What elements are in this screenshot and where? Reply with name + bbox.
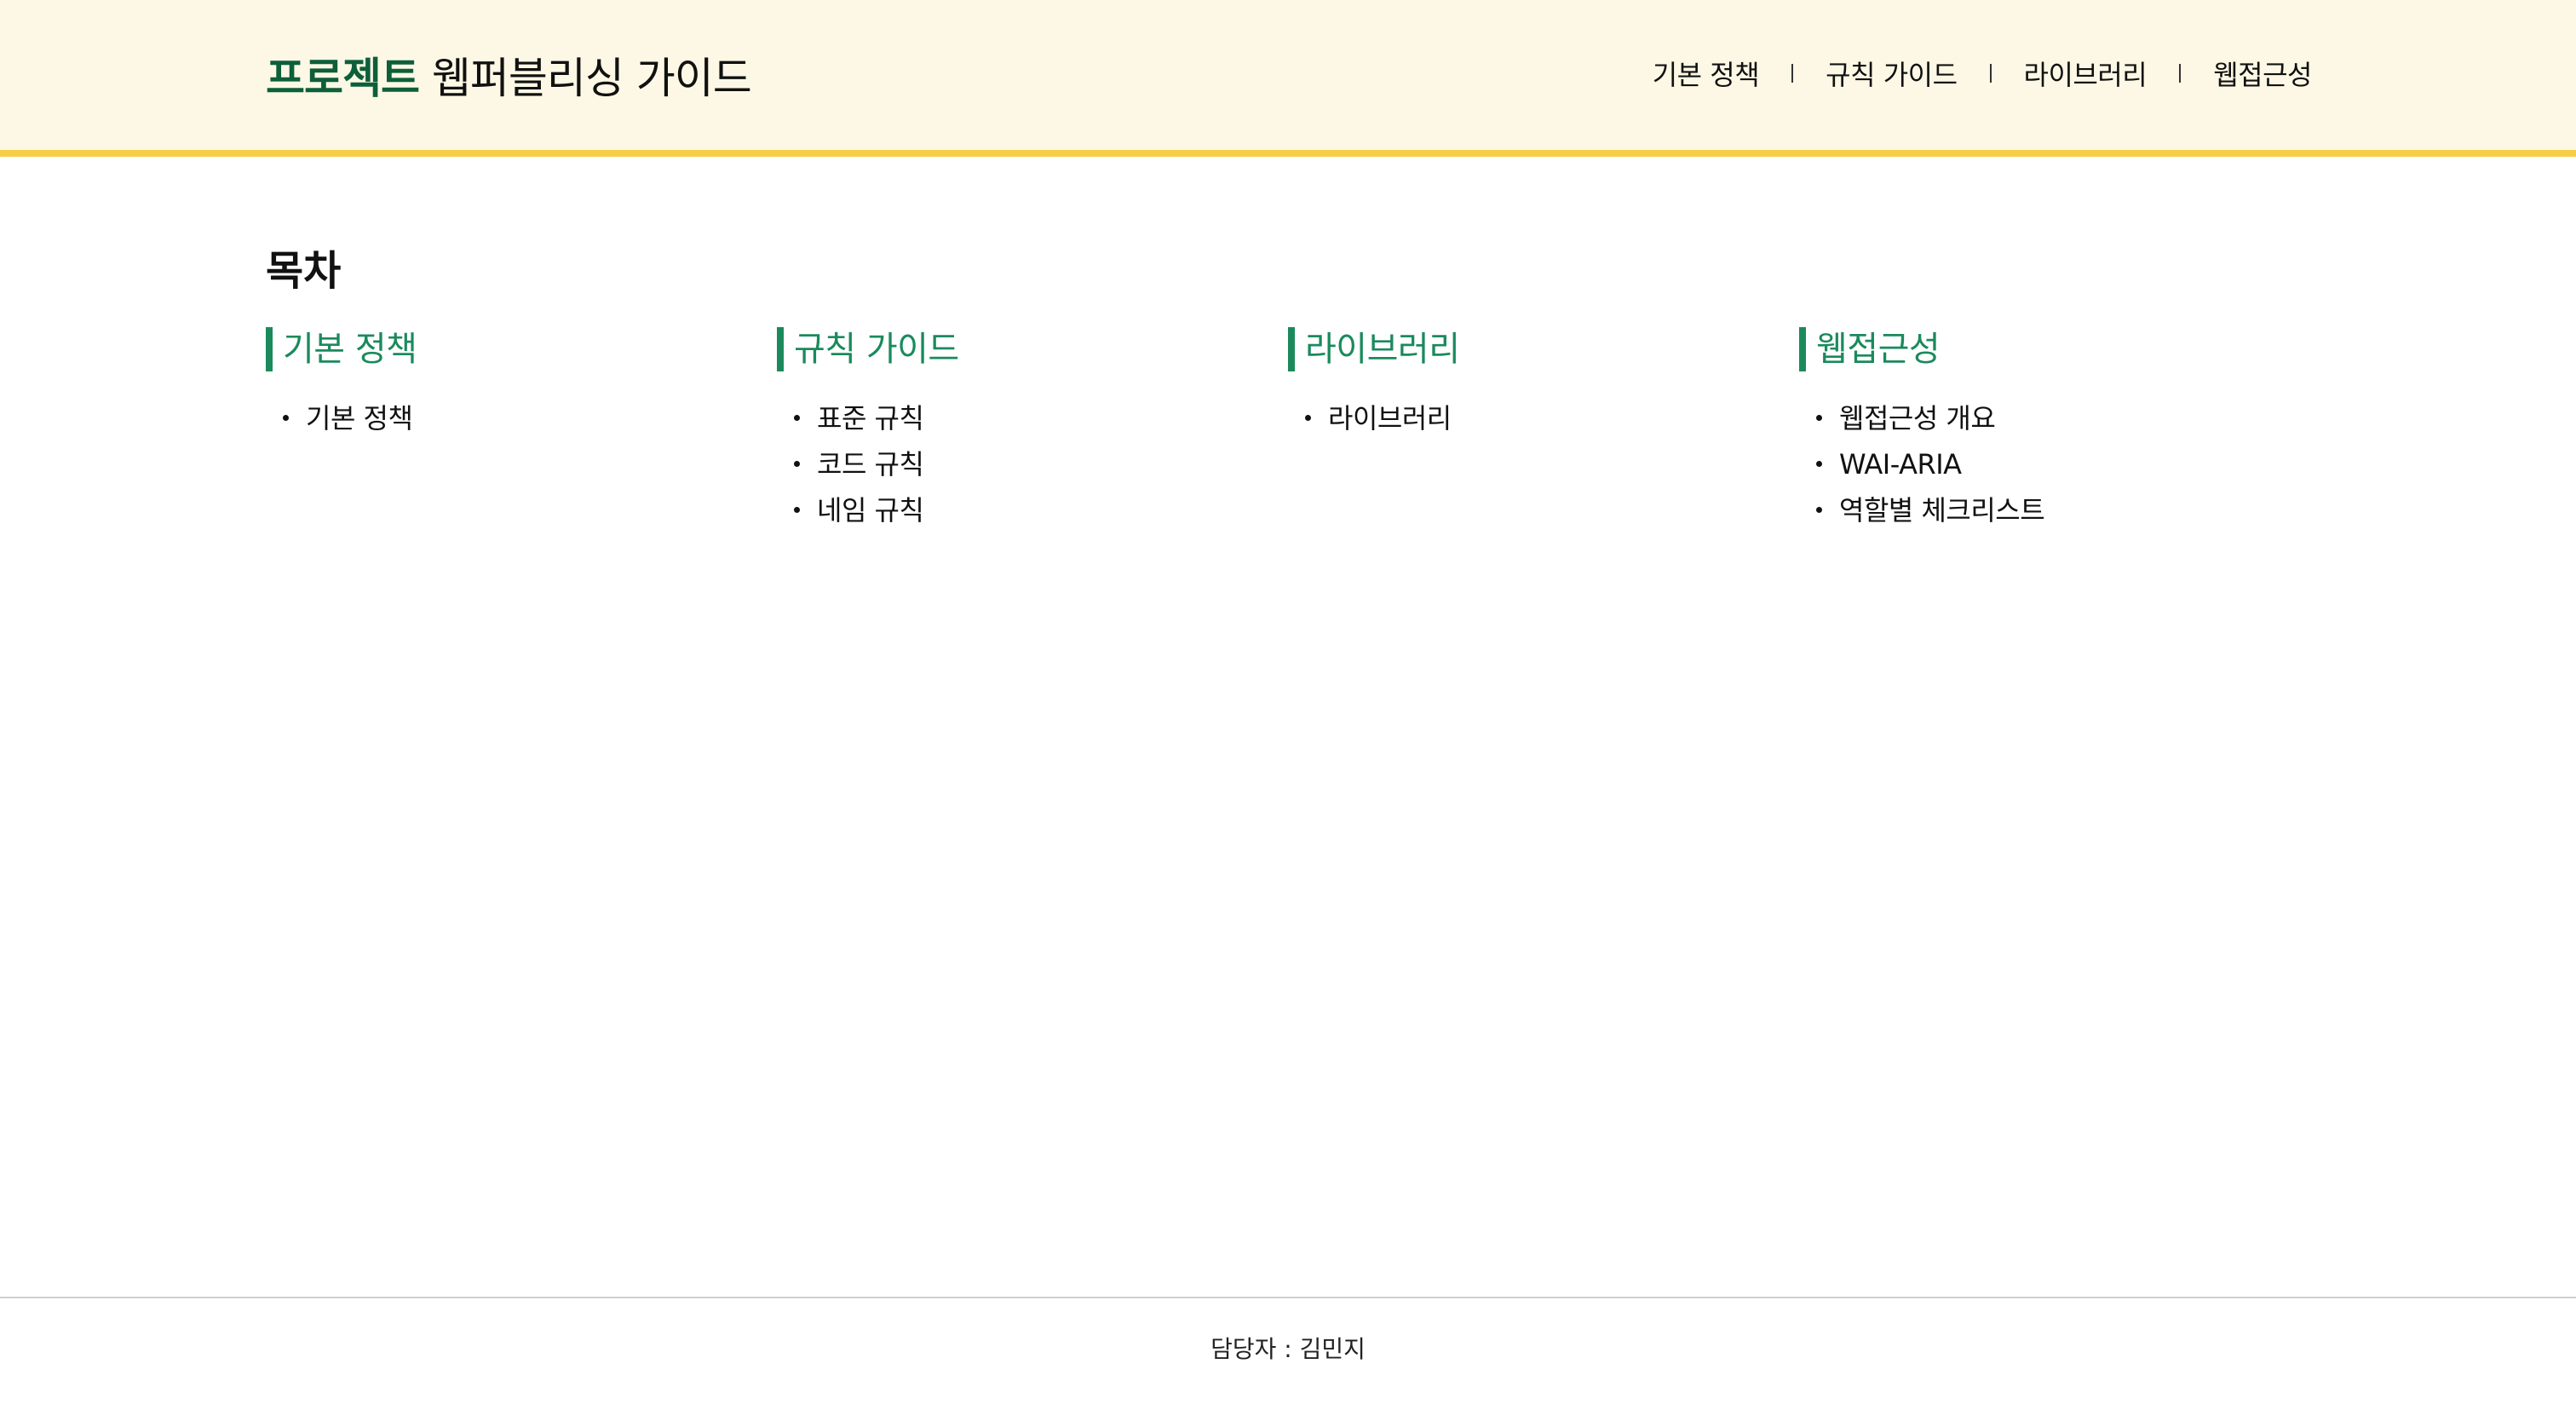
list-item: 기본 정책 — [283, 395, 777, 441]
toc-section-library: 라이브러리 라이브러리 — [1288, 327, 1799, 533]
list-item: 웹접근성 개요 — [1816, 395, 2310, 441]
bullet-icon — [1816, 506, 1822, 513]
nav-link-basic-policy[interactable]: 기본 정책 — [1653, 54, 1760, 93]
toc-heading-basic-policy[interactable]: 기본 정책 — [266, 327, 777, 371]
bullet-icon — [1816, 414, 1822, 421]
toc-section-rule-guide: 규칙 가이드 표준 규칙 코드 규칙 네임 규칙 — [777, 327, 1288, 533]
toc-title: 목차 — [266, 247, 342, 295]
bullet-icon — [794, 460, 800, 467]
toc-link[interactable]: 코드 규칙 — [817, 448, 924, 480]
nav-divider — [1989, 64, 1992, 83]
nav-divider — [2179, 64, 2182, 83]
list-item: 네임 규칙 — [794, 487, 1288, 533]
toc-link[interactable]: 표준 규칙 — [817, 402, 924, 434]
site-logo[interactable]: 프로젝트 웹퍼블리싱 가이드 — [266, 48, 752, 109]
toc-section-accessibility: 웹접근성 웹접근성 개요 WAI-ARIA 역할별 체크리스트 — [1799, 327, 2310, 533]
nav-link-library[interactable]: 라이브러리 — [2024, 54, 2148, 93]
top-nav: 기본 정책 규칙 가이드 라이브러리 웹접근성 — [1653, 51, 2313, 95]
toc-link[interactable]: 네임 규칙 — [817, 494, 924, 526]
logo-guide-label: 웹퍼블리싱 가이드 — [431, 54, 752, 103]
toc-heading-rule-guide[interactable]: 규칙 가이드 — [777, 327, 1288, 371]
bullet-icon — [794, 414, 800, 421]
footer-contact: 담당자 : 김민지 — [1210, 1335, 1366, 1363]
toc-link[interactable]: WAI-ARIA — [1839, 448, 1962, 480]
list-item: WAI-ARIA — [1816, 441, 2310, 487]
toc-list: 라이브러리 — [1288, 395, 1799, 441]
toc-heading-library[interactable]: 라이브러리 — [1288, 327, 1799, 371]
toc-list: 표준 규칙 코드 규칙 네임 규칙 — [777, 395, 1288, 533]
main-content: 목차 기본 정책 기본 정책 규칙 가이드 표준 규칙 코드 규칙 네임 규칙 — [266, 242, 2310, 533]
bullet-icon — [1305, 414, 1311, 421]
list-item: 코드 규칙 — [794, 441, 1288, 487]
toc-list: 웹접근성 개요 WAI-ARIA 역할별 체크리스트 — [1799, 395, 2310, 533]
list-item: 라이브러리 — [1305, 395, 1799, 441]
toc-link[interactable]: 기본 정책 — [306, 402, 413, 434]
nav-link-accessibility[interactable]: 웹접근성 — [2213, 54, 2312, 93]
list-item: 표준 규칙 — [794, 395, 1288, 441]
bullet-icon — [283, 414, 289, 421]
site-header: 프로젝트 웹퍼블리싱 가이드 기본 정책 규칙 가이드 라이브러리 웹접근성 — [0, 0, 2576, 157]
toc-grid: 기본 정책 기본 정책 규칙 가이드 표준 규칙 코드 규칙 네임 규칙 라이브… — [266, 327, 2310, 533]
toc-heading-accessibility[interactable]: 웹접근성 — [1799, 327, 2310, 371]
toc-section-basic-policy: 기본 정책 기본 정책 — [266, 327, 777, 533]
toc-link[interactable]: 웹접근성 개요 — [1839, 402, 1996, 434]
nav-divider — [1791, 64, 1794, 83]
toc-link[interactable]: 라이브러리 — [1328, 402, 1452, 434]
bullet-icon — [1816, 460, 1822, 467]
toc-list: 기본 정책 — [266, 395, 777, 441]
site-footer: 담당자 : 김민지 — [0, 1297, 2576, 1404]
logo-project-label: 프로젝트 — [266, 54, 420, 103]
nav-link-rule-guide[interactable]: 규칙 가이드 — [1826, 54, 1958, 93]
bullet-icon — [794, 506, 800, 513]
toc-link[interactable]: 역할별 체크리스트 — [1839, 494, 2045, 526]
list-item: 역할별 체크리스트 — [1816, 487, 2310, 533]
